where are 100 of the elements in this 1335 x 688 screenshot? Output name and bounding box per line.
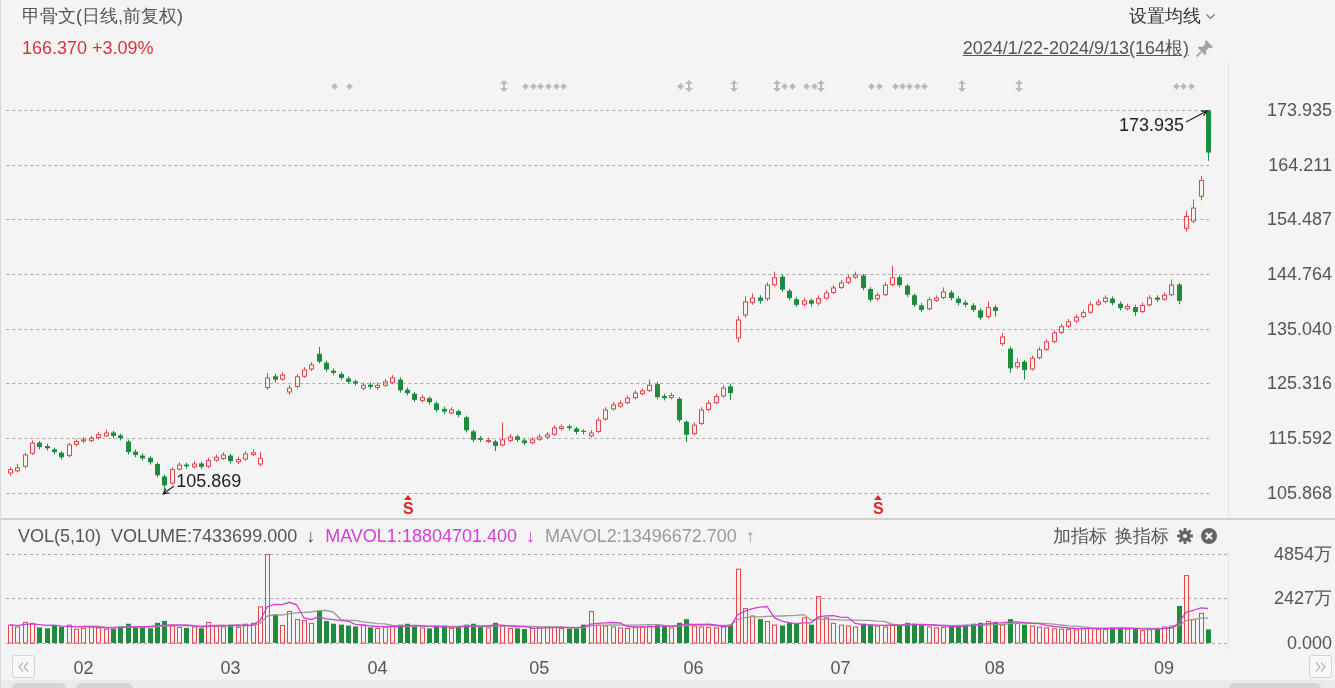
bar bbox=[875, 625, 880, 644]
pin-icon[interactable] bbox=[1196, 39, 1213, 57]
spiked-dot-icon[interactable] bbox=[920, 82, 928, 90]
bar bbox=[846, 625, 851, 644]
bar bbox=[919, 624, 924, 643]
bar bbox=[368, 627, 373, 643]
candlestick bbox=[375, 381, 380, 391]
bar bbox=[721, 626, 726, 644]
date-range-link[interactable]: 2024/1/22-2024/9/13(164根) bbox=[962, 36, 1189, 60]
bar bbox=[589, 610, 594, 644]
up-down-arrow-icon[interactable] bbox=[773, 80, 781, 92]
bar bbox=[1096, 628, 1101, 644]
axis-label: 0.000 bbox=[1286, 632, 1332, 655]
bar bbox=[59, 626, 64, 643]
candlestick bbox=[1147, 294, 1152, 308]
spiked-dot-icon[interactable] bbox=[536, 82, 544, 90]
settings-icon[interactable] bbox=[1177, 528, 1193, 544]
axis-label: 135.040 bbox=[1266, 317, 1332, 341]
candlestick bbox=[192, 460, 197, 469]
bar bbox=[427, 628, 432, 643]
spiked-dot-icon[interactable] bbox=[875, 82, 883, 90]
bar bbox=[728, 624, 733, 643]
bar bbox=[1044, 627, 1049, 644]
up-down-arrow-icon[interactable] bbox=[817, 80, 825, 92]
bar bbox=[140, 627, 145, 643]
spiked-dot-icon[interactable] bbox=[330, 82, 338, 90]
candlestick bbox=[692, 421, 697, 436]
scroll-left-button[interactable] bbox=[12, 655, 35, 678]
moving-average-settings-button[interactable]: 设置均线 bbox=[1129, 4, 1215, 28]
bar bbox=[655, 624, 660, 643]
bar bbox=[390, 625, 395, 644]
month-label: 05 bbox=[529, 657, 550, 680]
spiked-dot-icon[interactable] bbox=[1179, 82, 1187, 90]
spiked-dot-icon[interactable] bbox=[780, 82, 788, 90]
bar bbox=[633, 626, 638, 644]
bar bbox=[868, 624, 873, 643]
up-down-arrow-icon[interactable] bbox=[1015, 80, 1023, 92]
spiked-dot-icon[interactable] bbox=[905, 82, 913, 90]
spiked-dot-icon[interactable] bbox=[788, 82, 796, 90]
bar bbox=[758, 619, 763, 643]
bar bbox=[706, 626, 711, 644]
bar bbox=[170, 625, 175, 644]
bar bbox=[1022, 624, 1027, 643]
bar bbox=[545, 626, 550, 644]
bar bbox=[802, 617, 807, 644]
bar bbox=[794, 623, 799, 643]
up-down-arrow-icon[interactable] bbox=[730, 80, 738, 92]
spiked-dot-icon[interactable] bbox=[345, 82, 353, 90]
bar bbox=[684, 619, 689, 643]
month-label: 03 bbox=[220, 657, 241, 680]
bar bbox=[662, 626, 667, 643]
indicator-action-button[interactable]: 加指标 bbox=[1053, 524, 1107, 548]
signal-label: S bbox=[403, 501, 414, 517]
scroll-right-button[interactable] bbox=[1309, 655, 1332, 678]
month-label: 07 bbox=[830, 657, 851, 680]
bar bbox=[596, 624, 601, 644]
close-icon[interactable] bbox=[1201, 528, 1217, 544]
candlestick bbox=[677, 396, 682, 423]
bar bbox=[1125, 628, 1130, 644]
spiked-dot-icon[interactable] bbox=[1187, 82, 1195, 90]
spiked-dot-icon[interactable] bbox=[898, 82, 906, 90]
bar bbox=[508, 627, 513, 644]
spiked-dot-icon[interactable] bbox=[867, 82, 875, 90]
candlestick bbox=[1030, 354, 1035, 372]
price-change: 166.370 +3.09% bbox=[22, 37, 155, 60]
up-down-arrow-icon[interactable] bbox=[500, 80, 508, 92]
caret-up-icon bbox=[873, 495, 882, 500]
price-callout-label: 173.935 bbox=[1118, 114, 1185, 137]
bar bbox=[956, 625, 961, 643]
spiked-dot-icon[interactable] bbox=[802, 82, 810, 90]
spiked-dot-icon[interactable] bbox=[544, 82, 552, 90]
spiked-dot-icon[interactable] bbox=[521, 82, 529, 90]
spiked-dot-icon[interactable] bbox=[529, 82, 537, 90]
pointer-arrow bbox=[1183, 108, 1210, 125]
bar bbox=[1110, 628, 1115, 643]
up-down-arrow-icon[interactable] bbox=[685, 80, 693, 92]
bar bbox=[831, 622, 836, 644]
price-callout-label: 105.869 bbox=[176, 469, 242, 493]
bar bbox=[603, 625, 608, 644]
spiked-dot-icon[interactable] bbox=[676, 82, 684, 90]
spiked-dot-icon[interactable] bbox=[913, 82, 921, 90]
spiked-dot-icon[interactable] bbox=[559, 82, 567, 90]
legend-value: VOLUME:7433699.000 bbox=[111, 525, 298, 548]
bar bbox=[1199, 612, 1204, 644]
bar bbox=[177, 626, 182, 644]
bar bbox=[1030, 625, 1035, 644]
up-down-arrow-icon[interactable] bbox=[958, 80, 966, 92]
bar bbox=[1162, 626, 1167, 644]
spiked-dot-icon[interactable] bbox=[810, 82, 818, 90]
spiked-dot-icon[interactable] bbox=[552, 82, 560, 90]
spiked-dot-icon[interactable] bbox=[1172, 82, 1180, 90]
spiked-dot-icon[interactable] bbox=[891, 82, 899, 90]
indicator-action-button[interactable]: 换指标 bbox=[1115, 524, 1169, 548]
bar bbox=[243, 623, 248, 644]
bar bbox=[574, 628, 579, 643]
bar bbox=[669, 627, 674, 644]
bar bbox=[81, 627, 86, 644]
bar bbox=[1103, 629, 1108, 644]
legend-value: MAVOL1:18804701.400 bbox=[325, 525, 517, 548]
bar bbox=[559, 627, 564, 644]
